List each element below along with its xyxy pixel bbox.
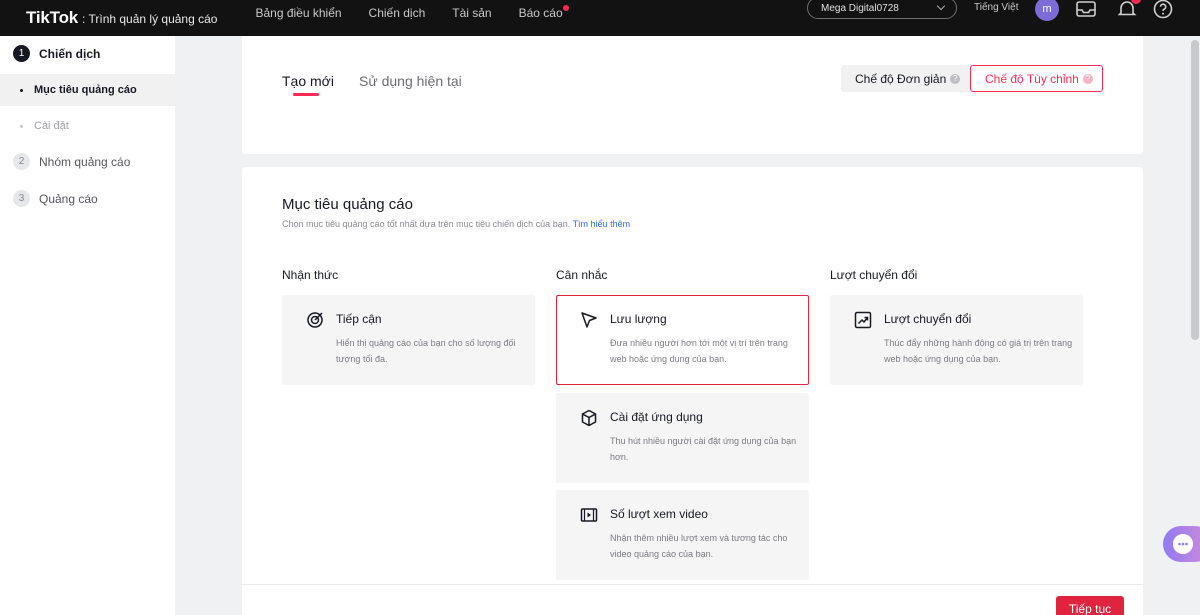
brand-subtitle: : Trình quản lý quảng cáo [82, 12, 218, 26]
card-title: Lưu lượng [610, 312, 667, 326]
sidebar: 1 Chiến dịch Mục tiêu quảng cáo Cài đặt … [0, 36, 175, 615]
step-ad-group[interactable]: 2 Nhóm quảng cáo [13, 153, 130, 170]
nav-reports[interactable]: Báo cáo [518, 5, 569, 20]
column-heading-awareness: Nhận thức [282, 268, 339, 282]
objective-card-conversions[interactable]: Lượt chuyển đổi Thúc đẩy những hành động… [830, 295, 1083, 385]
step-ad[interactable]: 3 Quảng cáo [13, 190, 98, 207]
main-nav: Bảng điều khiển Chiến dịch Tài sản Báo c… [255, 5, 589, 25]
continue-button[interactable]: Tiếp tục [1056, 596, 1124, 615]
objective-card-video-views[interactable]: Số lượt xem video Nhận thêm nhiều lượt x… [556, 490, 809, 580]
step-label: Nhóm quảng cáo [39, 154, 131, 169]
nav-campaign[interactable]: Chiến dịch [369, 6, 426, 20]
help-icon[interactable] [1152, 0, 1174, 20]
column-heading-conversion: Lượt chuyển đổi [830, 268, 918, 282]
card-title: Tiếp cận [336, 312, 382, 326]
footer-divider [242, 584, 1143, 585]
card-title: Lượt chuyển đổi [884, 312, 972, 326]
target-icon [307, 312, 323, 328]
step-number: 2 [13, 153, 30, 170]
column-heading-consideration: Cân nhắc [556, 268, 608, 282]
tiktok-logo: TikTok [26, 8, 79, 27]
step-number: 1 [13, 45, 30, 62]
video-icon [580, 508, 598, 522]
step-label: Chiến dịch [39, 46, 101, 61]
brand[interactable]: TikTok : Trình quản lý quảng cáo [26, 8, 217, 28]
card-description: Đưa nhiều người hơn tới một vị trí trên … [610, 338, 788, 364]
section-description: Chọn mục tiêu quảng cáo tốt nhất dựa trê… [282, 219, 630, 229]
substep-objective[interactable]: Mục tiêu quảng cáo [0, 74, 175, 106]
custom-mode-button[interactable]: Chế độ Tùy chỉnh ? [970, 65, 1103, 92]
tab-active-indicator [293, 93, 319, 96]
card-title: Cài đặt ứng dụng [610, 410, 703, 424]
cursor-icon [581, 312, 597, 328]
step-label: Quảng cáo [39, 191, 98, 206]
trend-up-icon [854, 311, 872, 329]
learn-more-link[interactable]: Tìm hiểu thêm [573, 219, 631, 229]
top-navbar: TikTok : Trình quản lý quảng cáo Bảng đi… [0, 0, 1200, 36]
bullet-icon [20, 88, 23, 92]
scrollbar-thumb[interactable] [1191, 40, 1199, 340]
nav-reports-label: Báo cáo [518, 6, 563, 20]
notification-dot [562, 5, 569, 11]
help-circle-icon[interactable]: ? [1082, 73, 1093, 84]
card-description: Nhận thêm nhiều lượt xem và tương tác ch… [610, 533, 788, 559]
language-selector[interactable]: Tiếng Việt [974, 2, 1018, 13]
nav-dashboard[interactable]: Bảng điều khiển [255, 6, 341, 20]
chevron-down-icon [936, 1, 946, 11]
inbox-icon[interactable] [1075, 0, 1097, 20]
card-description: Thu hút nhiều người cài đặt ứng dụng của… [610, 436, 797, 462]
step-campaign[interactable]: 1 Chiến dịch [13, 45, 100, 62]
objective-panel: Mục tiêu quảng cáo Chọn mục tiêu quảng c… [242, 167, 1143, 615]
objective-card-traffic[interactable]: Lưu lượng Đưa nhiều người hơn tới một vị… [556, 295, 809, 385]
objective-card-reach[interactable]: Tiếp cận Hiển thị quảng cáo của bạn cho … [282, 295, 535, 385]
description-text: Chọn mục tiêu quảng cáo tốt nhất dựa trê… [282, 219, 571, 229]
custom-mode-label: Chế độ Tùy chỉnh [985, 71, 1079, 86]
card-title: Số lượt xem video [610, 507, 708, 521]
help-circle-icon[interactable]: ? [950, 73, 961, 84]
tab-create-new[interactable]: Tạo mới [282, 73, 334, 89]
chat-icon [1173, 534, 1193, 554]
substep-label: Mục tiêu quảng cáo [34, 84, 137, 96]
chat-support-button[interactable] [1163, 526, 1200, 562]
card-description: Thúc đẩy những hành động có giá trị trên… [884, 338, 1073, 364]
bullet-icon [20, 124, 23, 128]
card-description: Hiển thị quảng cáo của bạn cho số lượng … [336, 338, 516, 364]
section-title: Mục tiêu quảng cáo [282, 196, 413, 213]
avatar[interactable]: m [1035, 0, 1059, 21]
account-selector[interactable]: Mega Digital0728 [807, 0, 957, 19]
step-number: 3 [13, 190, 30, 207]
nav-assets[interactable]: Tài sản [452, 6, 491, 20]
account-name: Mega Digital0728 [821, 2, 899, 14]
simple-mode-label: Chế độ Đơn giản [855, 71, 947, 86]
box-icon [581, 409, 597, 427]
substep-label: Cài đặt [34, 120, 69, 132]
tab-use-existing[interactable]: Sử dụng hiện tại [359, 73, 462, 89]
simple-mode-button[interactable]: Chế độ Đơn giản ? [841, 65, 969, 92]
create-mode-panel: Tạo mới Sử dụng hiện tại Chế độ Đơn giản… [242, 36, 1143, 154]
objective-card-app-install[interactable]: Cài đặt ứng dụng Thu hút nhiều người cài… [556, 393, 809, 483]
substep-settings[interactable]: Cài đặt [0, 110, 175, 142]
